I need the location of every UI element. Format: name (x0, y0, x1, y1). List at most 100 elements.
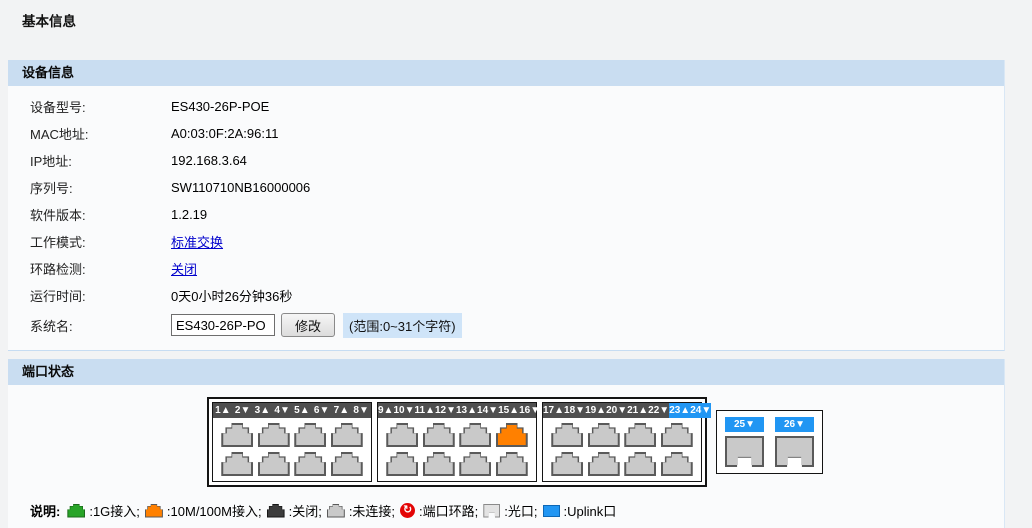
work-mode-link-label: 工作模式: (8, 232, 171, 251)
port-header-24: 24▼ (690, 403, 711, 418)
info-row: IP地址:192.168.3.64 (8, 147, 1004, 174)
port-status-section: 端口状态 1▲2▼3▲4▼5▲6▼7▲8▼ 9▲10▼11▲12▼13▲14▼15… (8, 359, 1005, 528)
port-1g-icon (67, 504, 85, 518)
legend-item: :关闭; (267, 501, 322, 520)
legend-item: :未连接; (327, 501, 395, 520)
port-header-25: 25▼ (725, 417, 764, 432)
legend-item: :端口环路; (400, 501, 478, 520)
info-row: 软件版本:1.2.19 (8, 201, 1004, 228)
fiber-port-26: 26▼ (775, 417, 814, 467)
port-24-icon (661, 452, 693, 476)
page-title: 基本信息 (22, 10, 1032, 30)
legend-label: :端口环路; (419, 501, 478, 520)
port-status-body: 1▲2▼3▲4▼5▲6▼7▲8▼9▲10▼11▲12▼13▲14▼15▲16▼1… (8, 385, 1004, 528)
info-row: 运行时间:0天0小时26分钟36秒 (8, 282, 1004, 309)
legend-items: :1G接入;:10M/100M接入;:关闭;:未连接;:端口环路;:光口;:Up… (67, 501, 616, 520)
port-7-icon (331, 423, 363, 447)
port-26-icon (775, 436, 814, 467)
port-group-header: 1▲2▼3▲4▼5▲6▼7▲8▼ (213, 403, 371, 418)
port-header-18: 18▼ (564, 403, 585, 418)
info-row: 设备型号:ES430-26P-POE (8, 93, 1004, 120)
legend-label: :未连接; (349, 501, 395, 520)
port-header-21: 21▲ (627, 403, 648, 418)
system-name-input[interactable] (171, 314, 275, 336)
port-header-1: 1▲ (213, 403, 233, 418)
port-legend: 说明: :1G接入;:10M/100M接入;:关闭;:未连接;:端口环路;:光口… (30, 501, 1004, 528)
port-23-icon (661, 423, 693, 447)
legend-item: :Uplink口 (543, 501, 617, 520)
work-mode-link[interactable]: 标准交换 (171, 232, 223, 251)
loop-detection-link-label: 环路检测: (8, 259, 171, 278)
port-header-6: 6▼ (312, 403, 332, 418)
ip-address-label: IP地址: (8, 151, 171, 170)
port-12-icon (423, 452, 455, 476)
serial-number: SW110710NB16000006 (171, 180, 310, 195)
port-header-19: 19▲ (585, 403, 606, 418)
port-100m-icon (145, 504, 163, 518)
port-panel: 1▲2▼3▲4▼5▲6▼7▲8▼9▲10▼11▲12▼13▲14▼15▲16▼1… (207, 397, 1004, 487)
port-header-16: 16▼ (519, 403, 540, 418)
port-22-icon (624, 452, 656, 476)
port-header-13: 13▲ (456, 403, 477, 418)
info-row: MAC地址:A0:03:0F:2A:96:11 (8, 120, 1004, 147)
port-8-icon (331, 452, 363, 476)
serial-number-label: 序列号: (8, 178, 171, 197)
system-name-hint: (范围:0~31个字符) (343, 313, 462, 338)
port-header-12: 12▼ (435, 403, 456, 418)
port-status-header: 端口状态 (8, 359, 1004, 385)
port-loop-icon (400, 503, 415, 518)
port-header-9: 9▲ (378, 403, 393, 418)
port-group: 1▲2▼3▲4▼5▲6▼7▲8▼ (212, 402, 372, 482)
device-model-label: 设备型号: (8, 97, 171, 116)
system-name-row: 系统名: 修改 (范围:0~31个字符) (8, 309, 1004, 341)
port-header-15: 15▲ (498, 403, 519, 418)
modify-button[interactable]: 修改 (281, 313, 335, 337)
port-header-7: 7▲ (332, 403, 352, 418)
port-grid (543, 418, 701, 481)
port-header-4: 4▼ (272, 403, 292, 418)
info-row: 序列号:SW110710NB16000006 (8, 174, 1004, 201)
legend-label: :关闭; (289, 501, 322, 520)
port-14-icon (459, 452, 491, 476)
software-version: 1.2.19 (171, 207, 207, 222)
port-disconnected-icon (327, 504, 345, 518)
mac-address: A0:03:0F:2A:96:11 (171, 126, 278, 141)
device-info-section: 设备信息 设备型号:ES430-26P-POEMAC地址:A0:03:0F:2A… (8, 60, 1005, 351)
copper-ports-box: 1▲2▼3▲4▼5▲6▼7▲8▼9▲10▼11▲12▼13▲14▼15▲16▼1… (207, 397, 707, 487)
uplink-port-icon (543, 505, 560, 517)
port-16-icon (496, 452, 528, 476)
port-21-icon (624, 423, 656, 447)
port-header-17: 17▲ (543, 403, 564, 418)
device-info-header: 设备信息 (8, 60, 1004, 86)
fiber-ports-box: 25▼ 26▼ (716, 410, 823, 474)
port-header-22: 22▼ (648, 403, 669, 418)
port-header-20: 20▼ (606, 403, 627, 418)
legend-label: :Uplink口 (564, 501, 617, 520)
uptime-label: 运行时间: (8, 286, 171, 305)
port-6-icon (294, 452, 326, 476)
info-row: 工作模式:标准交换 (8, 228, 1004, 255)
port-17-icon (551, 423, 583, 447)
system-name-label: 系统名: (8, 316, 171, 335)
port-5-icon (294, 423, 326, 447)
legend-label: :光口; (504, 501, 537, 520)
loop-detection-link[interactable]: 关闭 (171, 259, 197, 278)
port-10-icon (386, 452, 418, 476)
port-4-icon (258, 452, 290, 476)
legend-title: 说明: (30, 501, 60, 520)
mac-address-label: MAC地址: (8, 124, 171, 143)
port-header-5: 5▲ (292, 403, 312, 418)
page: 基本信息 设备信息 设备型号:ES430-26P-POEMAC地址:A0:03:… (0, 10, 1032, 528)
port-group: 9▲10▼11▲12▼13▲14▼15▲16▼ (377, 402, 537, 482)
info-row: 环路检测:关闭 (8, 255, 1004, 282)
port-header-10: 10▼ (393, 403, 414, 418)
port-group-header: 9▲10▼11▲12▼13▲14▼15▲16▼ (378, 403, 536, 418)
fiber-port-icon (483, 504, 500, 518)
port-header-2: 2▼ (233, 403, 253, 418)
legend-item: :光口; (483, 501, 537, 520)
device-info-rows: 设备型号:ES430-26P-POEMAC地址:A0:03:0F:2A:96:1… (8, 86, 1004, 350)
port-19-icon (588, 423, 620, 447)
ip-address: 192.168.3.64 (171, 153, 247, 168)
legend-label: :10M/100M接入; (167, 501, 262, 520)
port-20-icon (588, 452, 620, 476)
